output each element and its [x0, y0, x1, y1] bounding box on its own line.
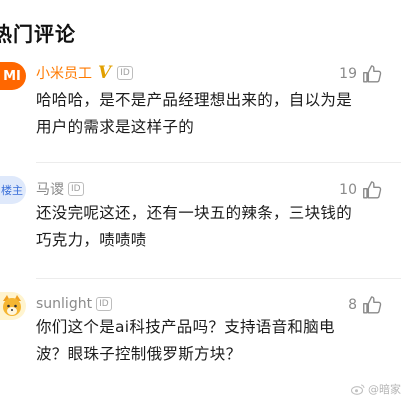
- username[interactable]: sunlight: [36, 296, 92, 312]
- username[interactable]: 马谡: [36, 179, 64, 199]
- watermark-text: @暗家: [368, 383, 401, 396]
- comment-text: 还没完呢这还，还有一块五的辣条，三块钱的巧克力，啧啧啧: [36, 204, 353, 249]
- id-badge: ID: [117, 66, 133, 80]
- like-button[interactable]: 8: [348, 294, 383, 316]
- watermark: @暗家: [351, 381, 401, 397]
- weibo-logo-icon: [351, 384, 365, 395]
- like-button[interactable]: 10: [339, 179, 383, 201]
- like-count: 8: [348, 297, 357, 313]
- id-badge: ID: [96, 297, 112, 311]
- like-count: 19: [339, 66, 357, 82]
- thumbs-up-icon: [363, 65, 382, 83]
- thumbs-up-icon: [363, 181, 382, 199]
- comment-header: 小米员工 V ID: [36, 63, 133, 83]
- section-title: 热门评论: [0, 22, 76, 46]
- divider: [36, 162, 401, 163]
- comment-header: 马谡 ID: [36, 179, 84, 199]
- like-button[interactable]: 19: [339, 63, 383, 85]
- comment-header: sunlight ID: [36, 294, 112, 314]
- divider: [36, 278, 401, 279]
- id-badge: ID: [68, 182, 84, 196]
- thumbs-up-icon: [363, 296, 382, 314]
- vip-icon: V: [98, 63, 112, 83]
- comment-text: 你们这个是ai科技产品吗？支持语音和脑电波？眼珠子控制俄罗斯方块？: [36, 318, 335, 363]
- avatar[interactable]: [0, 292, 26, 320]
- avatar[interactable]: 楼主: [0, 176, 26, 204]
- username[interactable]: 小米员工: [36, 63, 92, 83]
- avatar[interactable]: MI: [0, 62, 26, 90]
- fox-avatar-icon: [3, 295, 21, 316]
- like-count: 10: [339, 182, 357, 198]
- avatar-label: MI: [3, 68, 21, 84]
- comment-text: 哈哈哈，是不是产品经理想出来的，自以为是用户的需求是这样子的: [36, 91, 353, 136]
- avatar-label: 楼主: [1, 184, 23, 197]
